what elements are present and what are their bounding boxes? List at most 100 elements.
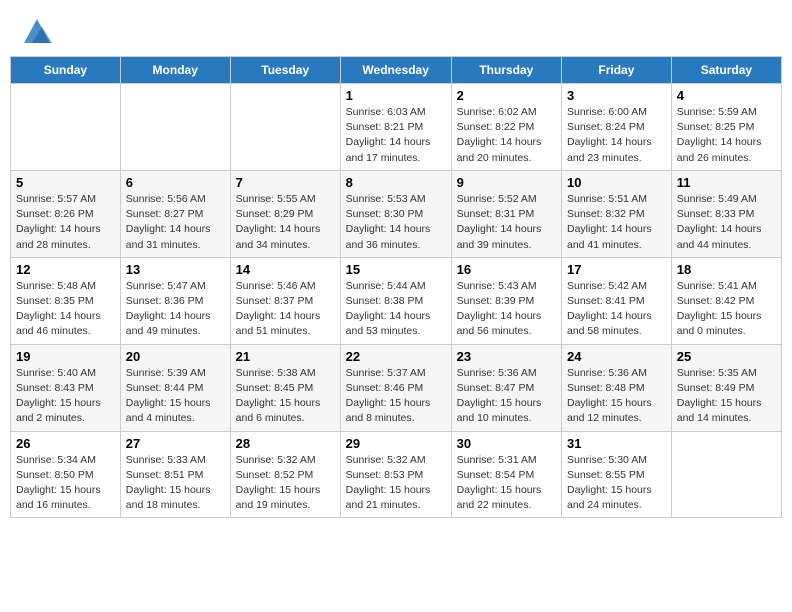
day-number: 3 [567,88,666,103]
calendar-header-row: Sunday Monday Tuesday Wednesday Thursday… [11,57,782,84]
calendar-cell [11,84,121,171]
day-info: Sunrise: 5:42 AMSunset: 8:41 PMDaylight:… [567,279,666,340]
day-number: 16 [457,262,556,277]
calendar-cell: 26Sunrise: 5:34 AMSunset: 8:50 PMDayligh… [11,431,121,518]
calendar-cell: 25 Sunrise: 5:35 AMSunset: 8:49 PMDayligh… [671,344,781,431]
day-info: Sunrise: 5:35 AMSunset: 8:49 PMDaylight:… [677,366,776,427]
day-info: Sunrise: 5:39 AMSunset: 8:44 PMDaylight:… [126,366,225,427]
day-info: Sunrise: 5:37 AMSunset: 8:46 PMDaylight:… [346,366,446,427]
calendar-cell: 27 Sunrise: 5:33 AMSunset: 8:51 PMDayligh… [120,431,230,518]
calendar-cell: 12 Sunrise: 5:48 AMSunset: 8:35 PMDayligh… [11,257,121,344]
calendar-cell: 31Sunrise: 5:30 AMSunset: 8:55 PMDayligh… [562,431,672,518]
day-number: 15 [346,262,446,277]
calendar-cell: 15 Sunrise: 5:44 AMSunset: 8:38 PMDayligh… [340,257,451,344]
col-monday: Monday [120,57,230,84]
calendar-cell: 21Sunrise: 5:38 AMSunset: 8:45 PMDayligh… [230,344,340,431]
day-number: 9 [457,175,556,190]
calendar-cell: 16 Sunrise: 5:43 AMSunset: 8:39 PMDayligh… [451,257,561,344]
day-info: Sunrise: 5:43 AMSunset: 8:39 PMDaylight:… [457,279,556,340]
day-number: 13 [126,262,225,277]
day-info: Sunrise: 6:02 AMSunset: 8:22 PMDaylight:… [457,105,556,166]
day-number: 30 [457,436,556,451]
day-number: 14 [236,262,335,277]
calendar-cell: 18 Sunrise: 5:41 AMSunset: 8:42 PMDayligh… [671,257,781,344]
calendar-cell: 3 Sunrise: 6:00 AMSunset: 8:24 PMDaylight… [562,84,672,171]
day-info: Sunrise: 5:48 AMSunset: 8:35 PMDaylight:… [16,279,115,340]
day-info: Sunrise: 6:00 AMSunset: 8:24 PMDaylight:… [567,105,666,166]
col-wednesday: Wednesday [340,57,451,84]
day-number: 2 [457,88,556,103]
calendar-cell: 8 Sunrise: 5:53 AMSunset: 8:30 PMDaylight… [340,170,451,257]
day-info: Sunrise: 5:46 AMSunset: 8:37 PMDaylight:… [236,279,335,340]
calendar-cell: 6 Sunrise: 5:56 AMSunset: 8:27 PMDaylight… [120,170,230,257]
day-info: Sunrise: 5:32 AMSunset: 8:52 PMDaylight:… [236,453,335,514]
day-number: 7 [236,175,335,190]
calendar-week-row: 26Sunrise: 5:34 AMSunset: 8:50 PMDayligh… [11,431,782,518]
day-info: Sunrise: 5:59 AMSunset: 8:25 PMDaylight:… [677,105,776,166]
day-info: Sunrise: 5:32 AMSunset: 8:53 PMDaylight:… [346,453,446,514]
calendar-table: Sunday Monday Tuesday Wednesday Thursday… [10,56,782,518]
calendar-week-row: 19 Sunrise: 5:40 AMSunset: 8:43 PMDayligh… [11,344,782,431]
day-number: 17 [567,262,666,277]
day-info: Sunrise: 5:56 AMSunset: 8:27 PMDaylight:… [126,192,225,253]
day-info: Sunrise: 5:41 AMSunset: 8:42 PMDaylight:… [677,279,776,340]
calendar-cell: 29 Sunrise: 5:32 AMSunset: 8:53 PMDayligh… [340,431,451,518]
calendar-cell: 11 Sunrise: 5:49 AMSunset: 8:33 PMDayligh… [671,170,781,257]
calendar-cell: 2 Sunrise: 6:02 AMSunset: 8:22 PMDaylight… [451,84,561,171]
day-info: Sunrise: 5:44 AMSunset: 8:38 PMDaylight:… [346,279,446,340]
calendar-cell [120,84,230,171]
day-info: Sunrise: 5:30 AMSunset: 8:55 PMDaylight:… [567,453,666,514]
logo [20,15,52,41]
day-number: 18 [677,262,776,277]
calendar-cell: 24Sunrise: 5:36 AMSunset: 8:48 PMDayligh… [562,344,672,431]
day-info: Sunrise: 5:33 AMSunset: 8:51 PMDaylight:… [126,453,225,514]
calendar-cell: 22Sunrise: 5:37 AMSunset: 8:46 PMDayligh… [340,344,451,431]
calendar-cell: 17 Sunrise: 5:42 AMSunset: 8:41 PMDayligh… [562,257,672,344]
calendar-week-row: 5 Sunrise: 5:57 AMSunset: 8:26 PMDaylight… [11,170,782,257]
calendar-cell: 7 Sunrise: 5:55 AMSunset: 8:29 PMDaylight… [230,170,340,257]
day-info: Sunrise: 5:38 AMSunset: 8:45 PMDaylight:… [236,366,335,427]
day-info: Sunrise: 5:51 AMSunset: 8:32 PMDaylight:… [567,192,666,253]
col-saturday: Saturday [671,57,781,84]
day-number: 4 [677,88,776,103]
col-sunday: Sunday [11,57,121,84]
day-number: 25 [677,349,776,364]
day-info: Sunrise: 5:36 AMSunset: 8:47 PMDaylight:… [457,366,556,427]
day-number: 11 [677,175,776,190]
calendar-cell: 30 Sunrise: 5:31 AMSunset: 8:54 PMDayligh… [451,431,561,518]
day-number: 28 [236,436,335,451]
day-info: Sunrise: 5:57 AMSunset: 8:26 PMDaylight:… [16,192,115,253]
day-number: 6 [126,175,225,190]
day-number: 19 [16,349,115,364]
day-number: 8 [346,175,446,190]
calendar-cell [230,84,340,171]
day-number: 10 [567,175,666,190]
day-info: Sunrise: 6:03 AMSunset: 8:21 PMDaylight:… [346,105,446,166]
calendar-cell: 4 Sunrise: 5:59 AMSunset: 8:25 PMDaylight… [671,84,781,171]
day-number: 26 [16,436,115,451]
calendar-cell: 19 Sunrise: 5:40 AMSunset: 8:43 PMDayligh… [11,344,121,431]
day-info: Sunrise: 5:36 AMSunset: 8:48 PMDaylight:… [567,366,666,427]
day-info: Sunrise: 5:52 AMSunset: 8:31 PMDaylight:… [457,192,556,253]
day-number: 23 [457,349,556,364]
col-tuesday: Tuesday [230,57,340,84]
day-number: 27 [126,436,225,451]
day-info: Sunrise: 5:55 AMSunset: 8:29 PMDaylight:… [236,192,335,253]
day-number: 29 [346,436,446,451]
calendar-cell: 13 Sunrise: 5:47 AMSunset: 8:36 PMDayligh… [120,257,230,344]
page-header [10,10,782,46]
day-number: 12 [16,262,115,277]
day-info: Sunrise: 5:49 AMSunset: 8:33 PMDaylight:… [677,192,776,253]
logo-icon [22,15,52,45]
calendar-cell: 23 Sunrise: 5:36 AMSunset: 8:47 PMDayligh… [451,344,561,431]
day-info: Sunrise: 5:40 AMSunset: 8:43 PMDaylight:… [16,366,115,427]
day-info: Sunrise: 5:31 AMSunset: 8:54 PMDaylight:… [457,453,556,514]
calendar-cell: 9 Sunrise: 5:52 AMSunset: 8:31 PMDaylight… [451,170,561,257]
calendar-week-row: 12 Sunrise: 5:48 AMSunset: 8:35 PMDayligh… [11,257,782,344]
day-number: 5 [16,175,115,190]
day-number: 1 [346,88,446,103]
day-number: 20 [126,349,225,364]
day-info: Sunrise: 5:47 AMSunset: 8:36 PMDaylight:… [126,279,225,340]
calendar-cell: 1 Sunrise: 6:03 AMSunset: 8:21 PMDaylight… [340,84,451,171]
day-info: Sunrise: 5:53 AMSunset: 8:30 PMDaylight:… [346,192,446,253]
